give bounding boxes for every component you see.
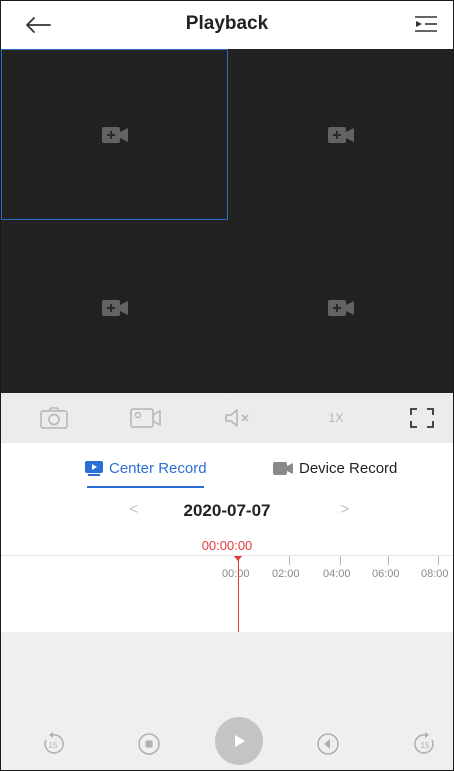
forward-seconds: 15 [421,741,430,750]
camera-icon [101,299,128,316]
timeline-label: 02:00 [272,568,300,580]
timeline-cursor-head [233,556,243,561]
video-pane-3[interactable] [1,222,228,393]
camera-snapshot-icon[interactable] [37,403,71,433]
page-title: Playback [185,13,269,34]
playback-controls: 15 15 [1,632,453,770]
speaker-muted-icon[interactable] [221,403,255,433]
app-frame: Playback 1X Center Record Device Record … [0,0,454,771]
header-bar: Playback [1,1,453,49]
timeline-tick [388,556,389,565]
tab-center-record[interactable]: Center Record [85,457,207,479]
current-time-readout: 00:00:00 [201,538,253,553]
timeline-tick [340,556,341,565]
next-date-icon[interactable]: > [340,501,349,519]
camera-icon [101,126,128,143]
timeline-cursor[interactable] [238,556,239,632]
tab-center-record-label: Center Record [109,459,207,477]
tab-device-record-label: Device Record [299,459,398,477]
play-button[interactable] [215,717,263,765]
record-source-tabs: Center Record Device Record [1,443,453,489]
center-record-icon [85,460,103,476]
video-control-bar: 1X [1,393,453,443]
selected-date[interactable]: 2020-07-07 [1,501,453,521]
tab-device-record[interactable]: Device Record [273,457,397,479]
play-icon [235,735,245,747]
forward-15-icon[interactable]: 15 [411,730,439,758]
video-pane-1[interactable] [1,49,228,220]
device-record-icon [273,461,293,475]
rewind-seconds: 15 [49,741,58,750]
list-menu-icon[interactable] [409,11,443,39]
active-tab-indicator [87,486,204,488]
video-record-icon[interactable] [129,403,163,433]
timeline-label: 08:00 [421,568,449,580]
speed-label: 1X [328,411,344,425]
stop-icon[interactable] [135,730,163,758]
camera-icon [328,299,354,316]
video-grid [1,49,453,393]
camera-icon [328,126,354,143]
date-selector: < 2020-07-07 > [1,489,453,535]
timeline-label: 06:00 [372,568,400,580]
previous-frame-icon[interactable] [314,730,342,758]
video-pane-2[interactable] [229,49,453,220]
timeline-tick [438,556,439,565]
timeline-scrubber[interactable]: 00:00 02:00 04:00 06:00 08:00 [1,555,453,633]
rewind-15-icon[interactable]: 15 [39,730,67,758]
video-pane-4[interactable] [229,222,453,393]
fullscreen-icon[interactable] [405,403,439,433]
timeline-label: 00:00 [222,568,250,580]
playback-speed-button[interactable]: 1X [319,403,353,433]
timeline-label: 04:00 [323,568,351,580]
timeline-tick [289,556,290,565]
